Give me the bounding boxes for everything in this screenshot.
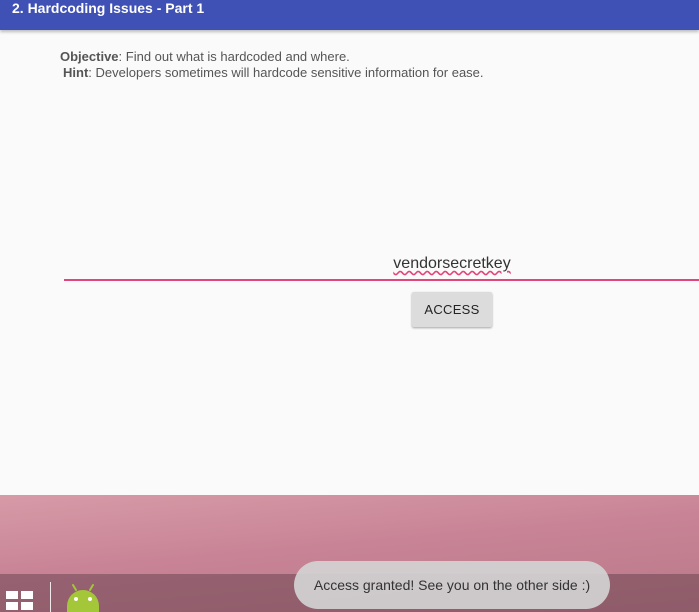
page-title: 2. Hardcoding Issues - Part 1 <box>12 0 205 16</box>
toast-message: Access granted! See you on the other sid… <box>294 561 610 609</box>
hint-text: : Developers sometimes will hardcode sen… <box>88 65 484 80</box>
objective-line: Objective: Find out what is hardcoded an… <box>60 49 350 64</box>
android-icon[interactable] <box>64 582 102 612</box>
taskbar-divider <box>50 582 51 612</box>
hint-line: Hint: Developers sometimes will hardcode… <box>63 65 484 80</box>
windows-grid-icon[interactable] <box>6 591 34 612</box>
app-bar: 2. Hardcoding Issues - Part 1 <box>0 0 699 30</box>
objective-text: : Find out what is hardcoded and where. <box>118 49 350 64</box>
hint-label: Hint <box>63 65 89 80</box>
access-button[interactable]: ACCESS <box>412 292 492 327</box>
app-window: 2. Hardcoding Issues - Part 1 Objective:… <box>0 0 699 612</box>
secret-key-input-value: vendorsecretkey <box>64 255 699 273</box>
objective-label: Objective <box>60 49 119 64</box>
secret-key-text: vendorsecretkey <box>393 255 511 272</box>
content-area: Objective: Find out what is hardcoded an… <box>0 30 699 495</box>
secret-key-input[interactable]: vendorsecretkey <box>64 253 699 281</box>
